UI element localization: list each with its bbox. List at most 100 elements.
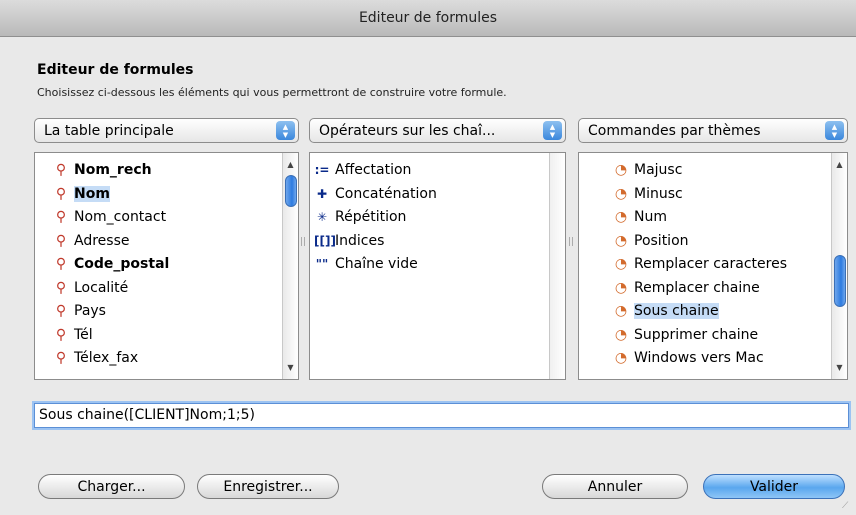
- command-icon: ◔: [614, 185, 628, 202]
- field-icon: ⚲: [55, 303, 67, 319]
- list-item-label: Num: [634, 209, 667, 225]
- fields-scrollbar[interactable]: ▲ ▼: [282, 153, 298, 379]
- operator-list-item[interactable]: "" Chaîne vide: [314, 253, 418, 275]
- operator-list-item[interactable]: ✚ Concaténation: [314, 183, 437, 205]
- scroll-up-icon[interactable]: ▲: [283, 157, 298, 172]
- list-item-label: Indices: [335, 232, 385, 249]
- operators-scrollbar[interactable]: [549, 153, 565, 379]
- window-titlebar: Editeur de formules: [0, 0, 856, 37]
- command-list-item[interactable]: ◔ Minusc: [613, 183, 683, 205]
- dialog-instructions: Choisissez ci-dessous les éléments qui v…: [37, 86, 507, 99]
- command-icon: ◔: [614, 162, 628, 178]
- cancel-button[interactable]: Annuler: [542, 474, 688, 499]
- field-icon: ⚲: [53, 378, 69, 379]
- list-item-label: Télex_fax: [74, 350, 139, 366]
- brackets-icon: [[]]: [314, 233, 336, 248]
- resize-grip-icon[interactable]: ⟋: [842, 501, 852, 511]
- list-item-label: Windows vers Mac: [634, 350, 764, 366]
- commands-scrollbar[interactable]: ▲ ▼: [831, 153, 847, 379]
- command-list-item[interactable]: ◔ Windows vers Mac: [613, 347, 764, 369]
- commands-popup-value: Commandes par thèmes: [588, 122, 761, 139]
- scroll-down-icon[interactable]: ▼: [832, 360, 847, 375]
- command-list-item[interactable]: ◔ Remplacer chaine: [613, 277, 760, 299]
- field-icon: ⚲: [55, 279, 67, 296]
- load-button[interactable]: Charger...: [38, 474, 185, 499]
- command-list-item[interactable]: ◔ Supprimer chaine: [613, 324, 758, 346]
- command-icon: ◔: [614, 350, 628, 366]
- command-list-item[interactable]: ◔ Remplacer caracteres: [613, 253, 787, 275]
- command-icon: ◔: [614, 326, 628, 343]
- command-list-item[interactable]: ◔ Sous chaine: [613, 300, 719, 322]
- disclosure-triangle-icon[interactable]: ▸: [583, 378, 599, 379]
- asterisk-icon: ✳: [316, 210, 328, 224]
- formula-value: Sous chaine([CLIENT]Nom;1;5): [39, 407, 255, 423]
- scroll-thumb[interactable]: [285, 175, 297, 207]
- popup-arrows-icon: ▲ ▼: [543, 121, 562, 140]
- command-list-item[interactable]: ◔ Num: [613, 206, 667, 228]
- window-title: Editeur de formules: [358, 10, 498, 26]
- list-item-label: Supprimer chaine: [634, 326, 759, 343]
- operators-popup-value: Opérateurs sur les chaî...: [319, 122, 496, 139]
- command-icon: ◔: [614, 209, 628, 225]
- save-button[interactable]: Enregistrer...: [197, 474, 339, 499]
- assignment-icon: :=: [314, 163, 330, 177]
- list-item-label: Pays: [74, 303, 106, 319]
- field-list-item[interactable]: ⚲ Code_postal: [53, 253, 169, 275]
- popup-arrows-icon: ▲ ▼: [825, 121, 844, 140]
- field-list-item[interactable]: ⚲ Télex_fax: [53, 347, 138, 369]
- command-icon: ◔: [614, 279, 628, 296]
- operators-popup[interactable]: Opérateurs sur les chaî... ▲ ▼: [309, 118, 566, 143]
- command-list-item[interactable]: ◔ Majusc: [613, 159, 683, 181]
- field-list-item[interactable]: ⚲ Tél: [53, 324, 93, 346]
- list-item-label: Concaténation: [335, 185, 437, 202]
- dialog-heading: Editeur de formules: [37, 62, 194, 78]
- field-list-item[interactable]: ⚲ Adresse: [53, 230, 130, 252]
- command-list-item[interactable]: ◔ Position: [613, 230, 689, 252]
- quotes-icon: "": [315, 257, 329, 271]
- field-list-item[interactable]: ⚲ Nom_rech: [53, 159, 152, 181]
- pane-splitter[interactable]: ||: [568, 235, 574, 249]
- list-item-label: Chaîne vide: [335, 256, 418, 272]
- pane-splitter[interactable]: ||: [300, 235, 306, 249]
- scroll-down-icon[interactable]: ▼: [283, 360, 298, 375]
- list-item-partial: ⚲: [53, 375, 74, 379]
- list-item-label: Tél: [74, 326, 93, 343]
- table-popup[interactable]: La table principale ▲ ▼: [34, 118, 299, 143]
- list-item-label: Remplacer caracteres: [634, 256, 787, 272]
- list-item-label: Nom: [74, 185, 110, 202]
- list-item-label: Majusc: [634, 162, 683, 178]
- plus-icon: ✚: [316, 186, 328, 201]
- scroll-thumb[interactable]: [834, 255, 846, 307]
- list-item-label: Remplacer chaine: [634, 279, 760, 296]
- command-icon: ◔: [614, 303, 628, 319]
- formula-field[interactable]: Sous chaine([CLIENT]Nom;1;5): [34, 403, 849, 428]
- list-item-label: Nom_rech: [74, 162, 152, 178]
- list-item-label: Nom_contact: [74, 209, 167, 225]
- save-button-label: Enregistrer...: [223, 478, 313, 495]
- list-item-label: Affectation: [335, 162, 412, 178]
- operator-list-item[interactable]: [[]] Indices: [314, 230, 384, 252]
- load-button-label: Charger...: [77, 478, 146, 495]
- operator-list-item[interactable]: ✳ Répétition: [314, 206, 406, 228]
- field-list-item[interactable]: ⚲ Nom: [53, 183, 110, 205]
- operator-list-item[interactable]: := Affectation: [314, 159, 412, 181]
- operators-list[interactable]: := Affectation ✚ Concaténation ✳ Répétition [[…: [309, 152, 566, 380]
- field-icon: ⚲: [55, 326, 67, 343]
- cancel-button-label: Annuler: [587, 478, 643, 495]
- field-icon: ⚲: [55, 185, 67, 202]
- field-list-item[interactable]: ⚲ Pays: [53, 300, 106, 322]
- field-icon: ⚲: [55, 162, 67, 178]
- scroll-up-icon[interactable]: ▲: [832, 157, 847, 172]
- list-item-label: Répétition: [335, 209, 407, 225]
- field-list-item[interactable]: ⚲ Nom_contact: [53, 206, 166, 228]
- field-icon: ⚲: [55, 256, 67, 272]
- fields-list[interactable]: ⚲ Nom_rech ⚲ Nom ⚲ Nom_contact ⚲ Adresse ⚲ Code_p…: [34, 152, 299, 380]
- field-icon: ⚲: [55, 209, 67, 225]
- popup-arrows-icon: ▲ ▼: [276, 121, 295, 140]
- ok-button[interactable]: Valider: [703, 474, 845, 499]
- field-list-item[interactable]: ⚲ Localité: [53, 277, 128, 299]
- commands-popup[interactable]: Commandes par thèmes ▲ ▼: [578, 118, 848, 143]
- commands-list[interactable]: ◔ Majusc ◔ Minusc ◔ Num ◔ Position ◔ Remplacer ca…: [578, 152, 848, 380]
- ok-button-label: Valider: [749, 478, 799, 495]
- table-popup-value: La table principale: [44, 122, 174, 139]
